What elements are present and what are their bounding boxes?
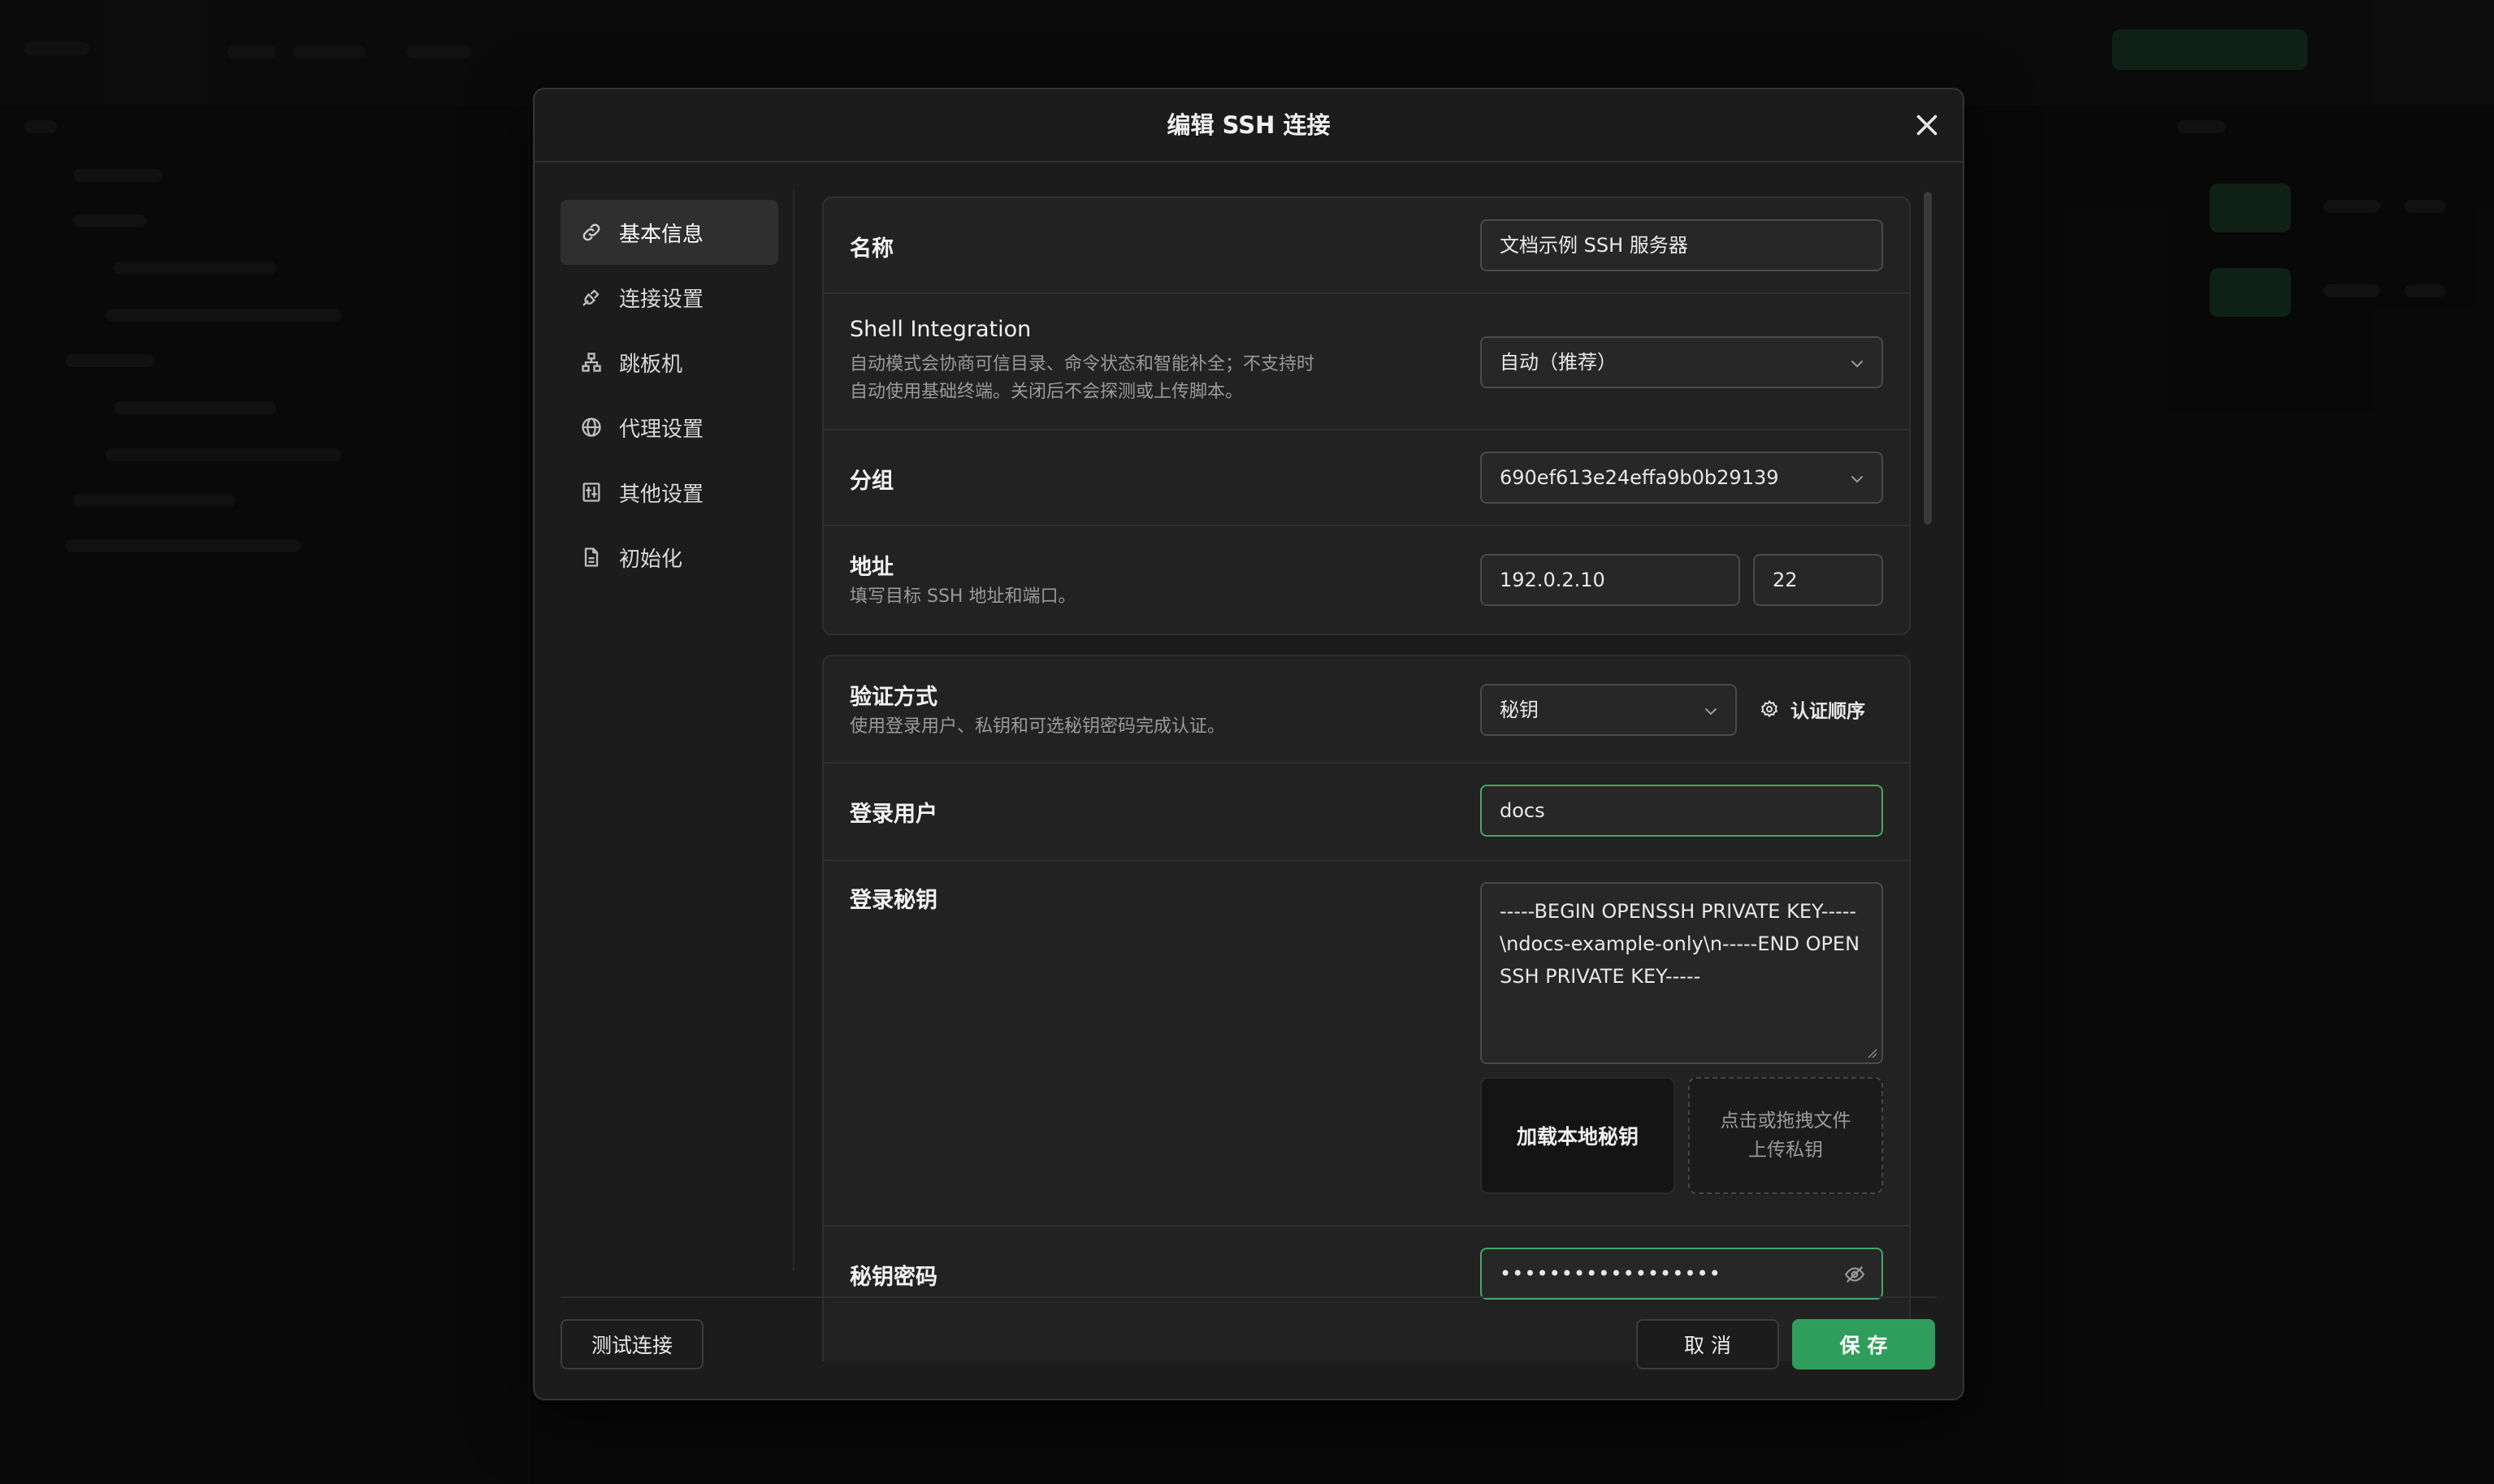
private-key-textarea[interactable]: -----BEGIN OPENSSH PRIVATE KEY-----\ndoc… [1480, 882, 1883, 1064]
plug-icon [582, 289, 600, 306]
login-user-input[interactable]: docs [1480, 785, 1883, 837]
passphrase-value: •••••••••••••••••• [1500, 1262, 1721, 1285]
close-button[interactable] [1912, 110, 1942, 140]
test-connection-button[interactable]: 测试连接 [561, 1319, 704, 1369]
login-user-label: 登录用户 [850, 802, 937, 827]
nav-item-label: 其他设置 [619, 482, 704, 507]
port-input[interactable]: 22 [1753, 554, 1883, 606]
dialog-title: 编辑 SSH 连接 [1167, 111, 1331, 139]
globe-icon [582, 418, 601, 437]
chevron-down-icon [1705, 708, 1717, 716]
auth-order-button[interactable]: 认证顺序 [1760, 695, 1865, 723]
group-label: 分组 [850, 469, 894, 494]
auth-method-value: 秘钥 [1500, 699, 1539, 721]
shell-integration-select[interactable]: 自动（推荐） [1480, 336, 1883, 388]
eye-off-icon[interactable] [1844, 1264, 1865, 1285]
load-local-key-button[interactable]: 加载本地秘钥 [1480, 1077, 1675, 1194]
upload-line: 点击或拖拽文件 [1720, 1110, 1851, 1131]
upload-line: 上传私钥 [1748, 1140, 1823, 1161]
auth-method-row: 验证方式 使用登录用户、私钥和可选秘钥密码完成认证。 秘钥 认证顺序 [824, 656, 1909, 764]
passphrase-row: 秘钥密码 •••••••••••••••••• [824, 1227, 1909, 1324]
link-icon [582, 223, 600, 241]
close-icon [1916, 115, 1938, 136]
basic-info-card: 名称 文档示例 SSH 服务器 Shell Integration 自动模式会协… [822, 197, 1911, 635]
login-key-label: 登录秘钥 [850, 888, 937, 913]
nav-item-label: 连接设置 [619, 287, 704, 312]
login-key-row: 登录秘钥 -----BEGIN OPENSSH PRIVATE KEY-----… [824, 861, 1909, 1227]
nav-item-label: 代理设置 [619, 417, 704, 442]
nav-item-other-settings[interactable]: 其他设置 [561, 460, 778, 525]
address-description: 填写目标 SSH 地址和端口。 [850, 586, 1076, 607]
shell-integration-description: 自动模式会协商可信目录、命令状态和智能补全；不支持时 自动使用基础终端。关闭后不… [850, 351, 1314, 406]
nav-item-label: 跳板机 [619, 352, 683, 377]
gear-icon [1760, 699, 1778, 718]
auth-method-description: 使用登录用户、私钥和可选秘钥密码完成认证。 [850, 716, 1226, 737]
passphrase-input[interactable]: •••••••••••••••••• [1480, 1248, 1883, 1300]
resize-handle-icon[interactable] [1865, 1046, 1878, 1059]
nav-item-basic-info[interactable]: 基本信息 [561, 200, 778, 265]
document-icon [584, 547, 599, 567]
shell-desc-line: 自动使用基础终端。关闭后不会探测或上传脚本。 [850, 382, 1244, 402]
name-label: 名称 [850, 236, 894, 262]
auth-method-label: 验证方式 [850, 685, 937, 710]
group-row: 分组 690ef613e24effa9b0b29139 [824, 430, 1909, 526]
passphrase-label: 秘钥密码 [850, 1265, 937, 1290]
auth-order-label: 认证顺序 [1790, 701, 1865, 722]
chevron-down-icon [1851, 476, 1863, 483]
shell-desc-line: 自动模式会协商可信目录、命令状态和智能补全；不支持时 [850, 354, 1315, 374]
chevron-down-icon [1851, 361, 1863, 368]
edit-ssh-dialog: 编辑 SSH 连接 基本信息 连接设置 跳板机 代理设置 其他设置 初始化 名称… [533, 88, 1964, 1400]
nav-item-label: 基本信息 [619, 222, 704, 247]
dialog-header: 编辑 SSH 连接 [535, 89, 1963, 162]
footer-divider [561, 1296, 1937, 1298]
host-input[interactable]: 192.0.2.10 [1480, 554, 1740, 606]
private-key-value: -----BEGIN OPENSSH PRIVATE KEY-----\ndoc… [1500, 900, 1860, 988]
settings-panel-icon [582, 482, 600, 502]
name-row: 名称 文档示例 SSH 服务器 [824, 198, 1909, 294]
authentication-card: 验证方式 使用登录用户、私钥和可选秘钥密码完成认证。 秘钥 认证顺序 登录用户 … [822, 655, 1911, 1361]
shell-integration-label: Shell Integration [850, 317, 1032, 342]
group-select[interactable]: 690ef613e24effa9b0b29139 [1480, 452, 1883, 504]
network-icon [582, 353, 601, 372]
settings-content[interactable]: 名称 文档示例 SSH 服务器 Shell Integration 自动模式会协… [822, 190, 1911, 1361]
upload-key-dropzone[interactable]: 点击或拖拽文件 上传私钥 [1688, 1077, 1883, 1194]
login-user-row: 登录用户 docs [824, 764, 1909, 861]
nav-item-proxy-settings[interactable]: 代理设置 [561, 395, 778, 460]
shell-integration-value: 自动（推荐） [1500, 351, 1617, 374]
nav-item-jump-host[interactable]: 跳板机 [561, 330, 778, 395]
settings-nav: 基本信息 连接设置 跳板机 代理设置 其他设置 初始化 [561, 200, 778, 590]
group-value: 690ef613e24effa9b0b29139 [1500, 466, 1779, 489]
nav-item-label: 初始化 [619, 547, 683, 572]
nav-divider [793, 190, 795, 1270]
nav-item-initialization[interactable]: 初始化 [561, 525, 778, 590]
nav-item-connection-settings[interactable]: 连接设置 [561, 265, 778, 330]
save-button[interactable]: 保 存 [1792, 1319, 1935, 1369]
shell-integration-row: Shell Integration 自动模式会协商可信目录、命令状态和智能补全；… [824, 294, 1909, 430]
auth-method-select[interactable]: 秘钥 [1480, 684, 1737, 736]
address-row: 地址 填写目标 SSH 地址和端口。 192.0.2.10 22 [824, 526, 1909, 634]
address-label: 地址 [850, 555, 894, 580]
cancel-button[interactable]: 取 消 [1636, 1319, 1779, 1369]
name-input[interactable]: 文档示例 SSH 服务器 [1480, 219, 1883, 271]
content-scrollbar[interactable] [1924, 192, 1932, 525]
